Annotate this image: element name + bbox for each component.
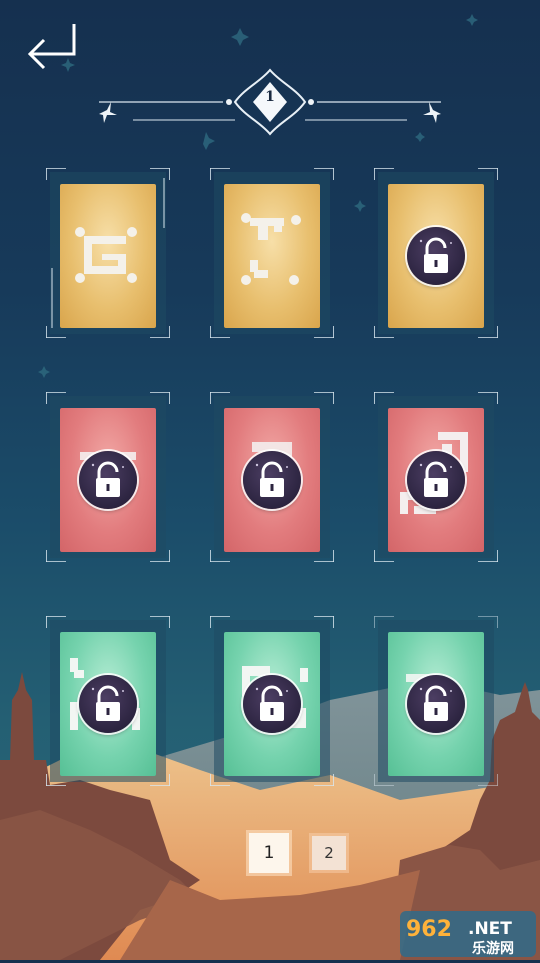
back-button[interactable] xyxy=(22,20,80,74)
card-art xyxy=(388,408,484,552)
card-art xyxy=(388,632,484,776)
lock-badge xyxy=(407,451,465,509)
lock-badge xyxy=(407,227,465,285)
lock-icon xyxy=(419,685,452,721)
level-card-8[interactable] xyxy=(210,616,334,786)
card-art xyxy=(224,408,320,552)
lock-icon xyxy=(419,461,452,497)
chapter-header: 1 xyxy=(95,62,445,138)
level-card-5[interactable] xyxy=(210,392,334,562)
lock-icon xyxy=(255,685,288,721)
level-card-9[interactable] xyxy=(374,616,498,786)
card-art xyxy=(60,632,156,776)
watermark-suffix: .NET xyxy=(468,919,512,939)
puzzle-pattern-preview xyxy=(75,227,137,283)
lock-icon xyxy=(91,461,124,497)
watermark-chinese: 乐游网 xyxy=(472,940,514,957)
lock-icon xyxy=(91,685,124,721)
watermark-logo: 962 .NET 乐游网 xyxy=(398,909,538,959)
puzzle-pattern-preview xyxy=(241,213,301,285)
level-card-2[interactable] xyxy=(210,168,334,338)
lock-badge xyxy=(243,451,301,509)
level-card-6[interactable] xyxy=(374,392,498,562)
lock-icon xyxy=(255,461,288,497)
level-card-7[interactable] xyxy=(46,616,170,786)
lock-badge xyxy=(243,675,301,733)
level-card-4[interactable] xyxy=(46,392,170,562)
card-art xyxy=(388,184,484,328)
chapter-number: 1 xyxy=(265,89,275,105)
card-art xyxy=(60,184,156,328)
level-card-3[interactable] xyxy=(374,168,498,338)
card-art xyxy=(224,632,320,776)
lock-badge xyxy=(79,451,137,509)
lock-badge xyxy=(407,675,465,733)
back-arrow-icon xyxy=(27,24,76,70)
watermark-number: 962 xyxy=(406,917,452,942)
lock-badge xyxy=(79,675,137,733)
page-button-2[interactable]: 2 xyxy=(312,836,346,870)
page-button-1[interactable]: 1 xyxy=(249,833,289,873)
lock-icon xyxy=(419,237,452,273)
card-art xyxy=(60,408,156,552)
card-art xyxy=(224,184,320,328)
level-card-1[interactable] xyxy=(46,168,170,338)
